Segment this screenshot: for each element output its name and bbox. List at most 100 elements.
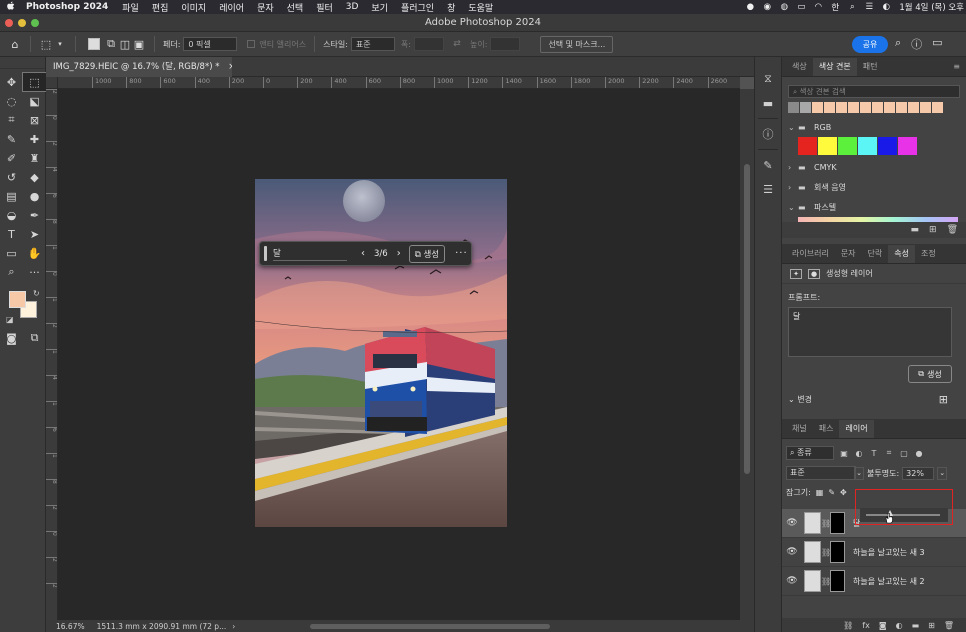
chevron-down-icon[interactable]: ▾: [53, 37, 67, 51]
comments-panel-icon[interactable]: ▬: [755, 91, 781, 115]
swatch-folder-cmyk[interactable]: › ▬ CMYK: [782, 157, 966, 177]
intersect-selection-icon[interactable]: ▣: [132, 37, 146, 51]
pen-tool-icon[interactable]: ✒: [23, 206, 46, 224]
layer-name[interactable]: 하늘을 날고있는 새 2: [853, 576, 925, 587]
default-colors-icon[interactable]: ◪: [6, 315, 14, 324]
layer-name[interactable]: 하늘을 날고있는 새 3: [853, 547, 925, 558]
chevron-down-icon[interactable]: ⌄: [788, 203, 798, 212]
link-icon[interactable]: ⛓︎: [821, 519, 831, 528]
filter-toggle-icon[interactable]: ●: [914, 449, 924, 458]
search-icon[interactable]: ⌕: [848, 2, 856, 12]
brush-tool-icon[interactable]: ✐: [0, 149, 23, 167]
more-tools-icon[interactable]: ···: [23, 263, 46, 281]
layer-thumbnail[interactable]: [804, 512, 821, 534]
new-group-icon[interactable]: ▬: [912, 621, 920, 630]
menu-view[interactable]: 보기: [371, 1, 388, 14]
tab-paragraph[interactable]: 단락: [862, 245, 889, 263]
swatch[interactable]: [896, 102, 907, 113]
swatch[interactable]: [920, 102, 931, 113]
swatch[interactable]: [898, 137, 917, 155]
pixel-filter-icon[interactable]: ▣: [839, 449, 849, 458]
tab-layers[interactable]: 레이어: [839, 420, 874, 438]
tab-character[interactable]: 문자: [835, 245, 862, 263]
menubar-clock[interactable]: 1월 4일 (목) 오후: [899, 1, 964, 13]
rect-marquee-preset-icon[interactable]: ⬚: [39, 37, 53, 51]
notification-icon[interactable]: ◍: [780, 2, 788, 12]
vertical-scrollbar[interactable]: [740, 89, 754, 620]
app-menu[interactable]: Photoshop 2024: [26, 2, 108, 12]
panel-menu-icon[interactable]: ≡: [953, 58, 960, 76]
lock-position-icon[interactable]: ✥: [840, 488, 847, 497]
layer-row[interactable]: 👁︎ ⛓︎ 하늘을 날고있는 새 3: [782, 538, 966, 567]
blur-tool-icon[interactable]: ●: [23, 187, 46, 205]
dodge-tool-icon[interactable]: ◒: [0, 206, 23, 224]
close-window-button[interactable]: [5, 19, 13, 27]
menu-plugins[interactable]: 플러그인: [401, 1, 434, 14]
grid-view-icon[interactable]: ⊞: [939, 393, 948, 406]
frame-tool-icon[interactable]: ⊠: [23, 111, 46, 129]
chevron-down-icon[interactable]: ⌄: [788, 395, 795, 404]
swatch[interactable]: [800, 102, 811, 113]
share-button[interactable]: 공유: [852, 36, 888, 53]
horizontal-ruler[interactable]: 1000 800 600 400 200 0 200 400 600 800 1000 1200 140…: [58, 77, 740, 89]
chevron-right-icon[interactable]: ›: [788, 183, 798, 192]
swatch-folder-grayscale[interactable]: › ▬ 회색 음영: [782, 177, 966, 197]
search-icon[interactable]: ⌕: [895, 36, 901, 52]
type-filter-icon[interactable]: T: [869, 449, 879, 458]
swatch[interactable]: [824, 102, 835, 113]
siri-icon[interactable]: ◐: [882, 2, 890, 12]
layer-thumbnail[interactable]: [804, 570, 821, 592]
type-tool-icon[interactable]: T: [0, 225, 23, 243]
drag-handle[interactable]: [264, 246, 267, 261]
eraser-tool-icon[interactable]: ◆: [23, 168, 46, 186]
swatch[interactable]: [838, 137, 857, 155]
height-input[interactable]: [490, 37, 521, 51]
layer-mask-thumbnail[interactable]: [830, 570, 845, 592]
help-icon[interactable]: ⓘ: [911, 36, 922, 52]
brush-settings-icon[interactable]: ✎: [755, 153, 781, 177]
select-and-mask-button[interactable]: 선택 및 마스크...: [540, 35, 614, 53]
close-tab-icon[interactable]: ×: [228, 62, 232, 72]
move-tool-icon[interactable]: ✥: [0, 73, 23, 91]
menu-filter[interactable]: 필터: [316, 1, 333, 14]
new-swatch-icon[interactable]: ⊞: [929, 225, 937, 235]
swatch[interactable]: [818, 137, 837, 155]
style-select[interactable]: 표준: [350, 37, 395, 51]
zoom-level[interactable]: 16.67%: [56, 622, 85, 631]
wifi-icon[interactable]: ◠: [814, 2, 822, 12]
more-options-icon[interactable]: ···: [455, 248, 468, 259]
blend-mode-select[interactable]: 표준: [786, 466, 856, 480]
layer-mask-thumbnail[interactable]: [830, 541, 845, 563]
link-icon[interactable]: ⛓︎: [821, 577, 831, 586]
previous-variation-icon[interactable]: ‹: [361, 248, 365, 259]
visibility-eye-icon[interactable]: 👁︎: [782, 518, 802, 528]
spot-healing-tool-icon[interactable]: ✚: [23, 130, 46, 148]
menu-help[interactable]: 도움말: [468, 1, 493, 14]
gradient-tool-icon[interactable]: ▤: [0, 187, 23, 205]
swatch[interactable]: [932, 102, 943, 113]
add-selection-icon[interactable]: ⧉: [104, 37, 118, 51]
layer-row[interactable]: 👁︎ ⛓︎ 하늘을 날고있는 새 2: [782, 567, 966, 596]
path-select-tool-icon[interactable]: ➤: [23, 225, 46, 243]
opacity-dropdown-icon[interactable]: ⌄: [937, 466, 948, 480]
tab-libraries[interactable]: 라이브러리: [786, 245, 835, 263]
opacity-input[interactable]: 32%: [902, 466, 935, 480]
swatch[interactable]: [884, 102, 895, 113]
screen-mode-icon[interactable]: ⧉: [23, 329, 46, 347]
tab-paths[interactable]: 패스: [813, 420, 840, 438]
document-tab[interactable]: IMG_7829.HEIC @ 16.7% (달, RGB/8*) * ×: [46, 57, 232, 77]
swatch[interactable]: [860, 102, 871, 113]
delete-icon[interactable]: 🗑︎: [947, 225, 958, 235]
horizontal-scrollbar-thumb[interactable]: [310, 624, 550, 629]
properties-generate-button[interactable]: ⧉ 생성: [908, 365, 952, 383]
tab-patterns[interactable]: 패턴: [857, 58, 884, 76]
swatch[interactable]: [836, 102, 847, 113]
chevron-right-icon[interactable]: ›: [788, 163, 798, 172]
visibility-eye-icon[interactable]: 👁︎: [782, 547, 802, 557]
tab-color[interactable]: 색상: [786, 58, 813, 76]
shape-filter-icon[interactable]: ⌗: [884, 448, 894, 458]
new-selection-icon[interactable]: [88, 38, 100, 50]
layer-effects-icon[interactable]: fx: [862, 621, 870, 630]
lock-transparency-icon[interactable]: ▦: [816, 488, 824, 497]
subtract-selection-icon[interactable]: ◫: [118, 37, 132, 51]
